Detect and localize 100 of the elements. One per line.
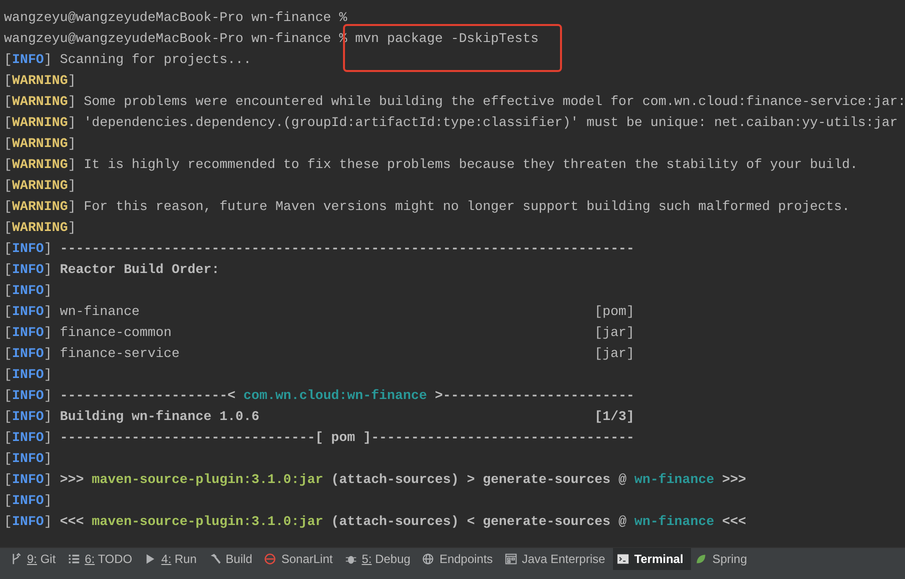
log-text: Scanning for projects... bbox=[58, 52, 252, 67]
log-text: ------------------------------------------------------------------------ bbox=[58, 241, 634, 256]
tool-window-tab[interactable]: Build bbox=[204, 548, 260, 570]
log-text: --------------------------------[ pom ]--------------------------------- bbox=[58, 430, 634, 445]
log-bracket: [ bbox=[4, 262, 12, 277]
log-bracket: ] bbox=[68, 94, 76, 109]
leaf-icon bbox=[695, 553, 708, 565]
info-tag: INFO bbox=[12, 262, 44, 277]
log-text: It is highly recommended to fix these problems because they threaten the stability of your build. bbox=[82, 157, 858, 172]
log-bracket: ] bbox=[44, 304, 52, 319]
warning-tag: WARNING bbox=[12, 199, 68, 214]
warning-tag: WARNING bbox=[12, 157, 68, 172]
info-tag: INFO bbox=[12, 472, 44, 487]
play-icon bbox=[144, 553, 156, 565]
log-bracket: [ bbox=[4, 73, 12, 88]
tool-window-tab[interactable]: 6: TODO bbox=[64, 548, 140, 570]
log-bracket: ] bbox=[44, 262, 52, 277]
log-bracket: ] bbox=[44, 241, 52, 256]
log-bracket: [ bbox=[4, 451, 12, 466]
log-text: <<< bbox=[721, 514, 746, 529]
log-bracket: [ bbox=[4, 52, 12, 67]
no-entry-icon bbox=[264, 553, 276, 565]
plugin-name: maven-source-plugin:3.1.0:jar bbox=[92, 472, 324, 487]
log-bracket: ] bbox=[44, 325, 52, 340]
warning-tag: WARNING bbox=[12, 220, 68, 235]
log-text: Reactor Build Order: bbox=[58, 262, 220, 277]
warning-tag: WARNING bbox=[12, 94, 68, 109]
tool-window-tab[interactable]: Endpoints bbox=[418, 548, 501, 570]
log-bracket: ] bbox=[44, 451, 52, 466]
log-bracket: [ bbox=[4, 346, 12, 361]
tool-window-tab[interactable]: 4: Run bbox=[140, 548, 205, 570]
log-bracket: ] bbox=[44, 514, 52, 529]
info-tag: INFO bbox=[12, 367, 44, 382]
info-tag: INFO bbox=[12, 409, 44, 424]
log-text: wn-finance [pom] bbox=[58, 304, 634, 319]
tool-window-tab[interactable]: 5: Debug bbox=[340, 548, 418, 570]
grid-window-icon bbox=[504, 553, 517, 565]
log-bracket: ] bbox=[68, 178, 76, 193]
log-bracket: ] bbox=[68, 136, 76, 151]
plugin-name: maven-source-plugin:3.1.0:jar bbox=[92, 514, 324, 529]
log-bracket: ] bbox=[44, 346, 52, 361]
log-text: wangzeyu@wangzeyudeMacBook-Pro wn-finance % bbox=[4, 10, 348, 25]
info-tag: INFO bbox=[12, 283, 44, 298]
log-text: Building wn-finance 1.0.6 [1/3] bbox=[58, 409, 634, 424]
log-text: finance-service [jar] bbox=[58, 346, 634, 361]
log-bracket: [ bbox=[4, 409, 12, 424]
bug-icon bbox=[344, 553, 357, 565]
warning-tag: WARNING bbox=[12, 73, 68, 88]
tool-window-tab[interactable]: SonarLint bbox=[260, 548, 341, 570]
log-text: finance-common [jar] bbox=[58, 325, 634, 340]
info-tag: INFO bbox=[12, 514, 44, 529]
log-text: ---------------------< bbox=[58, 388, 236, 403]
info-tag: INFO bbox=[12, 346, 44, 361]
log-bracket: [ bbox=[4, 388, 12, 403]
tool-window-tab[interactable]: Terminal bbox=[613, 548, 692, 570]
terminal-icon bbox=[617, 553, 630, 565]
log-text: >>> bbox=[721, 472, 746, 487]
log-bracket: ] bbox=[68, 157, 76, 172]
info-tag: INFO bbox=[12, 304, 44, 319]
log-bracket: ] bbox=[68, 73, 76, 88]
list-icon bbox=[68, 553, 80, 565]
globe-icon bbox=[422, 553, 434, 565]
tool-window-tab[interactable]: 9: Git bbox=[6, 548, 64, 570]
log-bracket: ] bbox=[44, 430, 52, 445]
log-bracket: [ bbox=[4, 472, 12, 487]
log-bracket: [ bbox=[4, 157, 12, 172]
log-bracket: [ bbox=[4, 220, 12, 235]
log-bracket: [ bbox=[4, 430, 12, 445]
log-bracket: ] bbox=[44, 283, 52, 298]
log-bracket: [ bbox=[4, 283, 12, 298]
log-bracket: ] bbox=[44, 388, 52, 403]
log-bracket: ] bbox=[68, 199, 76, 214]
log-bracket: [ bbox=[4, 325, 12, 340]
info-tag: INFO bbox=[12, 325, 44, 340]
info-tag: INFO bbox=[12, 388, 44, 403]
log-bracket: ] bbox=[44, 409, 52, 424]
log-bracket: [ bbox=[4, 241, 12, 256]
info-tag: INFO bbox=[12, 451, 44, 466]
log-bracket: ] bbox=[44, 52, 52, 67]
tool-window-tab[interactable]: Spring bbox=[691, 548, 755, 570]
log-bracket: [ bbox=[4, 367, 12, 382]
log-bracket: [ bbox=[4, 94, 12, 109]
log-bracket: [ bbox=[4, 178, 12, 193]
log-bracket: ] bbox=[44, 367, 52, 382]
log-bracket: [ bbox=[4, 115, 12, 130]
log-bracket: ] bbox=[68, 220, 76, 235]
info-tag: INFO bbox=[12, 493, 44, 508]
log-text: >>> bbox=[58, 472, 85, 487]
log-text: <<< bbox=[58, 514, 85, 529]
log-text: (attach-sources) > generate-sources @ bbox=[330, 472, 628, 487]
log-text: For this reason, future Maven versions might no longer support building such malformed projects. bbox=[82, 199, 850, 214]
log-bracket: [ bbox=[4, 136, 12, 151]
log-bracket: ] bbox=[44, 472, 52, 487]
log-text: 'dependencies.dependency.(groupId:artifactId:type:classifier)' must be unique: net.caiban:yy-utils:jar bbox=[82, 115, 898, 130]
info-tag: INFO bbox=[12, 430, 44, 445]
log-bracket: ] bbox=[68, 115, 76, 130]
tool-window-tab[interactable]: Java Enterprise bbox=[500, 548, 614, 570]
hammer-icon bbox=[208, 553, 221, 565]
project-name: wn-finance bbox=[634, 472, 714, 487]
log-bracket: [ bbox=[4, 304, 12, 319]
